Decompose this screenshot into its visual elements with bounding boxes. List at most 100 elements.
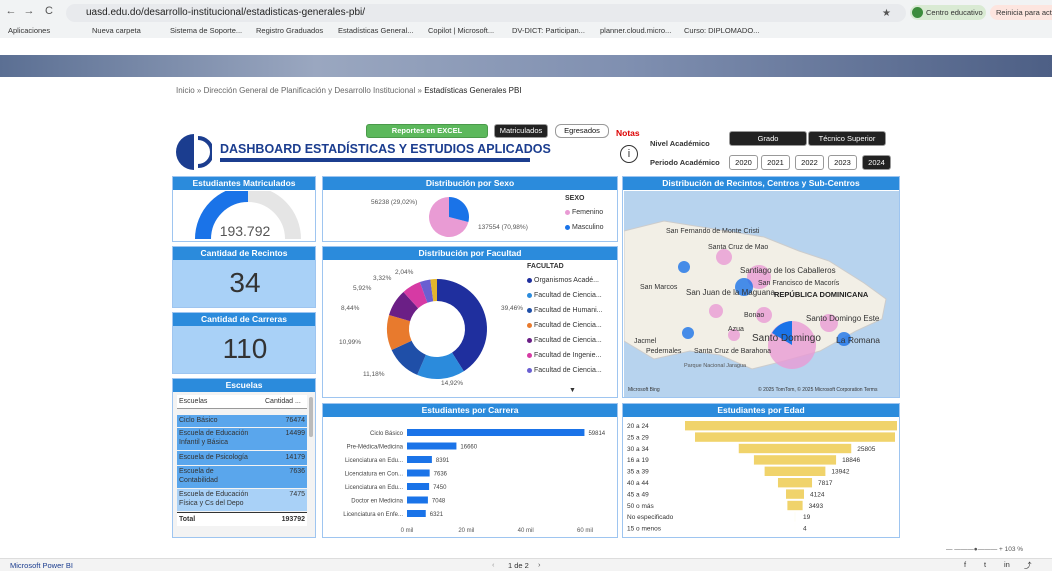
legend-femenino[interactable]: Femenino [565, 207, 603, 218]
notas-label: Notas [616, 128, 640, 138]
recintos-card: Cantidad de Recintos 34 [172, 246, 316, 308]
legend-label: Facultad de Ingenie... [534, 352, 602, 359]
address-bar[interactable]: uasd.edu.do/desarrollo-institucional/est… [66, 4, 906, 22]
facultad-donut-chart [387, 279, 487, 379]
facultad-legend-item[interactable]: Facultad de Ciencia... [527, 365, 602, 376]
prev-page-icon[interactable]: ‹ [492, 560, 495, 569]
powerbi-brand[interactable]: Microsoft Power BI [10, 561, 73, 570]
legend-dot [565, 209, 570, 215]
breadcrumb-mid[interactable]: Dirección General de Planificación y Des… [204, 86, 416, 95]
table-row[interactable]: Ciclo Básico 76474 [177, 415, 307, 427]
recintos-map[interactable]: San Fernando de Monte Cristi Santa Cruz … [624, 191, 899, 397]
bar[interactable] [407, 483, 430, 490]
matriculados-title: Estudiantes Matriculados [173, 177, 315, 190]
sexo-panel: Distribución por Sexo 56238 (29,02%) 137… [322, 176, 618, 242]
facultad-legend-item[interactable]: Organismos Acadé... [527, 275, 602, 286]
bookmark-0[interactable]: Aplicaciones [8, 26, 50, 35]
funnel-category-label: 45 a 49 [627, 491, 649, 498]
funnel-bar[interactable] [764, 466, 826, 476]
carrera-bar-chart: Ciclo Básico 59814 Pre-Médica/Medicina 1666… [343, 429, 606, 534]
nivel-grado-button[interactable]: Grado [729, 131, 807, 146]
bar[interactable] [407, 496, 428, 504]
reload-icon[interactable]: C [42, 5, 56, 17]
bookmark-7[interactable]: planner.cloud.micro... [600, 26, 671, 35]
map-place: Santo Domingo Este [806, 314, 880, 323]
legend-label: Facultad de Humani... [534, 307, 603, 314]
funnel-value-label: 18846 [842, 457, 860, 464]
periodo-2022[interactable]: 2022 [795, 155, 824, 170]
funnel-value-label: 25805 [857, 446, 875, 453]
star-icon[interactable]: ★ [882, 8, 891, 19]
nivel-tecnico-button[interactable]: Técnico Superior [808, 131, 886, 146]
bar[interactable] [407, 469, 430, 477]
funnel-bar[interactable] [787, 500, 803, 511]
legend-label: Masculino [572, 224, 604, 231]
funnel-bar[interactable] [685, 421, 897, 431]
zoom-control[interactable]: — ———●——— + 103 % [946, 546, 1023, 553]
legend-masculino[interactable]: Masculino [565, 222, 604, 233]
tab-egresados[interactable]: Egresados [555, 124, 609, 138]
next-page-icon[interactable]: › [538, 560, 541, 569]
funnel-bar[interactable] [753, 455, 837, 465]
bookmark-2[interactable]: Sistema de Soporte... [170, 26, 242, 35]
twitter-icon[interactable]: t [984, 560, 986, 569]
info-icon[interactable]: i [620, 145, 638, 163]
table-cell: Escuela de Educación Infantil y Básica [179, 430, 249, 446]
bookmark-8[interactable]: Curso: DIPLOMADO... [684, 26, 759, 35]
bookmark-4[interactable]: Estadísticas General... [338, 26, 413, 35]
bookmark-1[interactable]: Nueva carpeta [92, 26, 141, 35]
table-cell: 14499 [285, 430, 305, 437]
bookmark-6[interactable]: DV-DICT: Participan... [512, 26, 585, 35]
periodo-2021[interactable]: 2021 [761, 155, 790, 170]
forward-icon[interactable]: → [22, 5, 36, 17]
facultad-legend-item[interactable]: Facultad de Ingenie... [527, 350, 602, 361]
legend-scroll-down-icon[interactable]: ▼ [569, 387, 576, 394]
facultad-legend-item[interactable]: Facultad de Ciencia... [527, 335, 602, 346]
periodo-2023[interactable]: 2023 [828, 155, 857, 170]
legend-label: Facultad de Ciencia... [534, 337, 602, 344]
funnel-value-label: 13942 [831, 469, 849, 476]
facultad-legend-item[interactable]: Facultad de Ciencia... [527, 290, 602, 301]
excel-report-button[interactable]: Reportes en EXCEL [366, 124, 488, 138]
profile-avatar [912, 7, 923, 18]
facultad-legend-item[interactable]: Facultad de Humani... [527, 305, 602, 316]
periodo-2024[interactable]: 2024 [862, 155, 891, 170]
funnel-value-label: 4124 [810, 491, 825, 498]
funnel-bar[interactable] [777, 478, 813, 488]
facultad-legend-item[interactable]: Facultad de Ciencia... [527, 320, 602, 331]
tab-matriculados[interactable]: Matriculados [494, 124, 548, 138]
facultad-label: 5,92% [353, 285, 372, 292]
funnel-bar[interactable] [695, 432, 895, 442]
reload-update-button[interactable]: Reinicia para actual [990, 5, 1052, 20]
breadcrumb-home[interactable]: Inicio [176, 86, 195, 95]
facultad-title: Distribución por Facultad [323, 247, 617, 260]
back-icon[interactable]: ← [4, 5, 18, 17]
bar[interactable] [407, 429, 585, 436]
facebook-icon[interactable]: f [964, 560, 966, 569]
site-banner [0, 55, 1052, 77]
funnel-bar[interactable] [738, 443, 852, 454]
table-row[interactable]: Escuela de Educación Infantil y Básica 14… [177, 428, 307, 450]
bar[interactable] [407, 442, 457, 450]
periodo-2020[interactable]: 2020 [729, 155, 758, 170]
bar[interactable] [407, 456, 432, 463]
bookmark-3[interactable]: Registro Graduados [256, 26, 323, 35]
linkedin-icon[interactable]: in [1004, 560, 1010, 569]
escuelas-col1[interactable]: Escuelas [179, 398, 207, 405]
bar-category-label: Licenciatura en Edu... [345, 485, 403, 491]
table-row[interactable]: Escuela de Contabilidad 7636 [177, 466, 307, 488]
table-row[interactable]: Escuela de Educación Física y Cs del Dep… [177, 489, 307, 511]
map-place: Parque Nacional Jaragua [684, 363, 747, 369]
funnel-bar[interactable] [786, 489, 804, 499]
share-icon[interactable]: ⤴ [1024, 560, 1032, 571]
funnel-category-label: 35 a 39 [627, 469, 649, 476]
bar[interactable] [407, 510, 426, 517]
escuelas-col2[interactable]: Cantidad ... [265, 398, 301, 405]
matriculados-card: Estudiantes Matriculados 193.792 [172, 176, 316, 242]
legend-label: Facultad de Ciencia... [534, 322, 602, 329]
bookmark-5[interactable]: Copilot | Microsoft... [428, 26, 494, 35]
table-row[interactable]: Escuela de Psicología 14179 [177, 451, 307, 465]
carreras-value: 110 [222, 333, 268, 364]
facultad-label: 11,18% [363, 371, 385, 378]
escuelas-scrollbar[interactable] [309, 397, 313, 437]
